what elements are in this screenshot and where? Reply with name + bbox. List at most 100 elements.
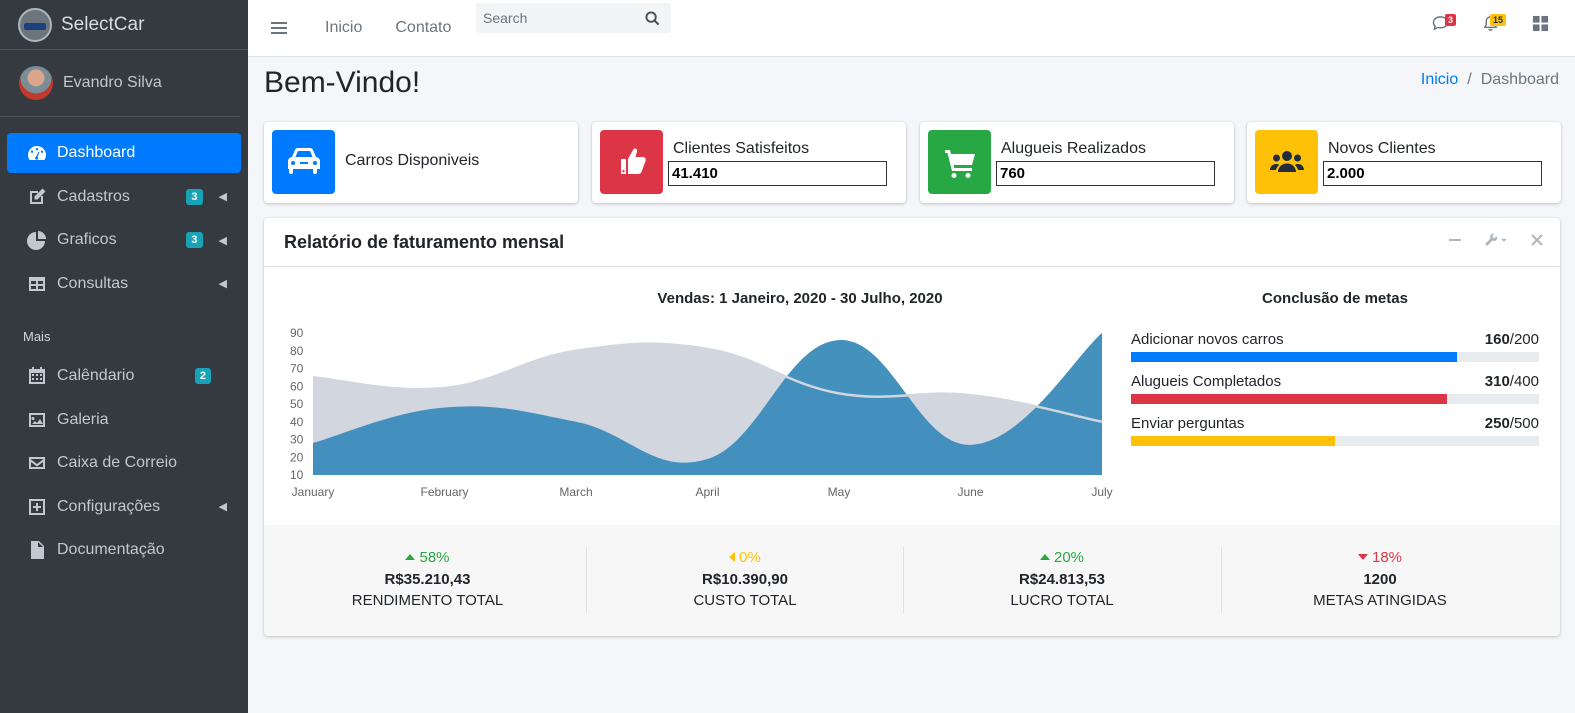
chevron-left-icon: ◀: [218, 191, 227, 203]
caret-down-icon: [1357, 554, 1368, 560]
sidebar-item-consultas[interactable]: Consultas ◀: [7, 264, 241, 304]
goal-progress-item: Alugueis Completados 310/400: [1131, 373, 1539, 404]
nav-link-inicio[interactable]: Inicio: [325, 19, 362, 37]
goal-label: Adicionar novos carros: [1131, 331, 1284, 348]
x-tick-label: July: [1091, 485, 1112, 499]
y-tick-label: 40: [290, 415, 304, 429]
sidebar-item-documentacao[interactable]: Documentação: [7, 530, 241, 570]
brand-name: SelectCar: [61, 13, 145, 35]
breadcrumb-home-link[interactable]: Inicio: [1421, 71, 1458, 88]
stat-amount: R$10.390,90: [702, 571, 788, 588]
sidebar-section-header: Mais: [23, 329, 51, 344]
users-icon: [1255, 130, 1318, 194]
wrench-icon[interactable]: [1484, 233, 1508, 247]
sidebar-item-label: Calêndario: [57, 367, 135, 384]
clientes-satisfeitos-field[interactable]: [668, 161, 887, 186]
stat-percentage: 0%: [587, 547, 903, 569]
alugueis-realizados-field[interactable]: [996, 161, 1215, 186]
sidebar-item-graficos[interactable]: Graficos 3 ◀: [7, 220, 241, 260]
envelope-icon: [26, 453, 48, 473]
sidebar-item-caixa-de-correio[interactable]: Caixa de Correio: [7, 443, 241, 483]
image-icon: [26, 410, 48, 430]
stat-percentage: 20%: [904, 547, 1220, 569]
sidebar-item-label: Graficos: [57, 231, 117, 248]
grid-icon[interactable]: [1525, 8, 1555, 38]
sidebar-item-dashboard[interactable]: Dashboard: [7, 133, 241, 173]
goal-progress-bar: [1131, 394, 1539, 404]
close-icon[interactable]: [1530, 233, 1544, 247]
search-input[interactable]: [476, 10, 636, 26]
report-card: Relatório de faturamento mensal Vendas: …: [264, 218, 1560, 636]
x-tick-label: March: [559, 485, 592, 499]
chart-title: Vendas: 1 Janeiro, 2020 - 30 Julho, 2020: [657, 290, 943, 307]
brand-link[interactable]: SelectCar: [0, 0, 248, 50]
collapse-icon[interactable]: [1448, 233, 1462, 247]
table-icon: [26, 274, 48, 294]
sidebar-item-galeria[interactable]: Galeria: [7, 400, 241, 440]
stat-label: Custo Total: [693, 592, 797, 609]
count-badge: 2: [194, 368, 211, 384]
sidebar-item-label: Dashboard: [57, 144, 136, 161]
x-tick-label: January: [292, 485, 335, 499]
goal-progress-item: Enviar perguntas 250/500: [1131, 415, 1539, 446]
sidebar-nav: Dashboard Cadastros 3 ◀ Graficos 3 ◀ Con…: [0, 117, 248, 570]
sidebar-item-label: Galeria: [57, 410, 109, 428]
stat-label: Metas Atingidas: [1313, 592, 1447, 609]
card-footer: 58% R$35.210,43 Rendimento Total 0% R$10…: [264, 525, 1560, 636]
info-box-label: Novos Clientes: [1328, 140, 1436, 157]
chevron-left-icon: ◀: [218, 501, 227, 513]
stat-rendimento-total: 58% R$35.210,43 Rendimento Total: [269, 547, 586, 613]
goals-title: Conclusão de metas: [1262, 290, 1408, 307]
stat-label: Lucro Total: [1010, 592, 1114, 609]
y-tick-label: 50: [290, 397, 304, 411]
thumbs-up-icon: [600, 130, 663, 194]
goal-progress-fill: [1131, 394, 1448, 404]
breadcrumb: Inicio / Dashboard: [1421, 71, 1559, 89]
sidebar-item-label: Configurações: [57, 497, 161, 515]
x-tick-label: April: [695, 485, 719, 499]
avatar: [19, 66, 53, 100]
bell-icon[interactable]: 15: [1475, 8, 1506, 38]
sidebar-item-label: Documentação: [57, 541, 165, 558]
stat-percentage: 58%: [269, 547, 586, 569]
sidebar-item-calendario[interactable]: Calêndario 2: [7, 356, 241, 396]
caret-left-icon: [729, 552, 736, 562]
goal-progress-fill: [1131, 352, 1458, 362]
goal-progress-fill: [1131, 436, 1335, 446]
goal-value: 160/200: [1484, 331, 1539, 348]
calendar-icon: [26, 366, 48, 386]
sidebar: SelectCar Evandro Silva Dashboard Cadast…: [0, 0, 248, 713]
goal-label: Alugueis Completados: [1131, 373, 1282, 390]
nav-link-contato[interactable]: Contato: [395, 19, 451, 37]
notifications-badge: 15: [1489, 14, 1506, 26]
tachometer-icon: [26, 143, 48, 163]
goal-value: 310/400: [1484, 373, 1539, 390]
search-icon[interactable]: [636, 3, 668, 33]
y-tick-label: 60: [290, 379, 304, 393]
sidebar-item-cadastros[interactable]: Cadastros 3 ◀: [7, 177, 241, 217]
stat-custo-total: 0% R$10.390,90 Custo Total: [586, 547, 903, 613]
user-panel[interactable]: Evandro Silva: [0, 50, 240, 117]
search-box: [476, 3, 671, 33]
y-tick-label: 80: [290, 344, 304, 358]
y-tick-label: 90: [290, 326, 304, 340]
info-box-label: Alugueis Realizados: [1001, 140, 1146, 157]
chevron-left-icon: ◀: [218, 278, 227, 290]
user-name: Evandro Silva: [63, 74, 162, 91]
goal-progress-bar: [1131, 436, 1539, 446]
stat-amount: 1200: [1363, 571, 1397, 588]
novos-clientes-field[interactable]: [1323, 161, 1542, 186]
stat-lucro-total: 20% R$24.813,53 Lucro Total: [903, 547, 1220, 613]
goal-progress-bar: [1131, 352, 1539, 362]
chevron-left-icon: ◀: [218, 234, 227, 247]
x-tick-label: February: [420, 485, 468, 499]
card-header: Relatório de faturamento mensal: [264, 218, 1560, 267]
comments-icon[interactable]: 3: [1425, 8, 1456, 38]
x-tick-label: June: [957, 485, 983, 499]
stat-label: Rendimento Total: [351, 592, 504, 609]
menu-toggle-icon[interactable]: [271, 19, 287, 37]
sidebar-item-configuracoes[interactable]: Configurações ◀: [7, 487, 241, 527]
y-tick-label: 10: [290, 468, 304, 482]
sidebar-item-label: Caixa de Correio: [57, 454, 178, 471]
goal-value: 250/500: [1484, 415, 1539, 432]
